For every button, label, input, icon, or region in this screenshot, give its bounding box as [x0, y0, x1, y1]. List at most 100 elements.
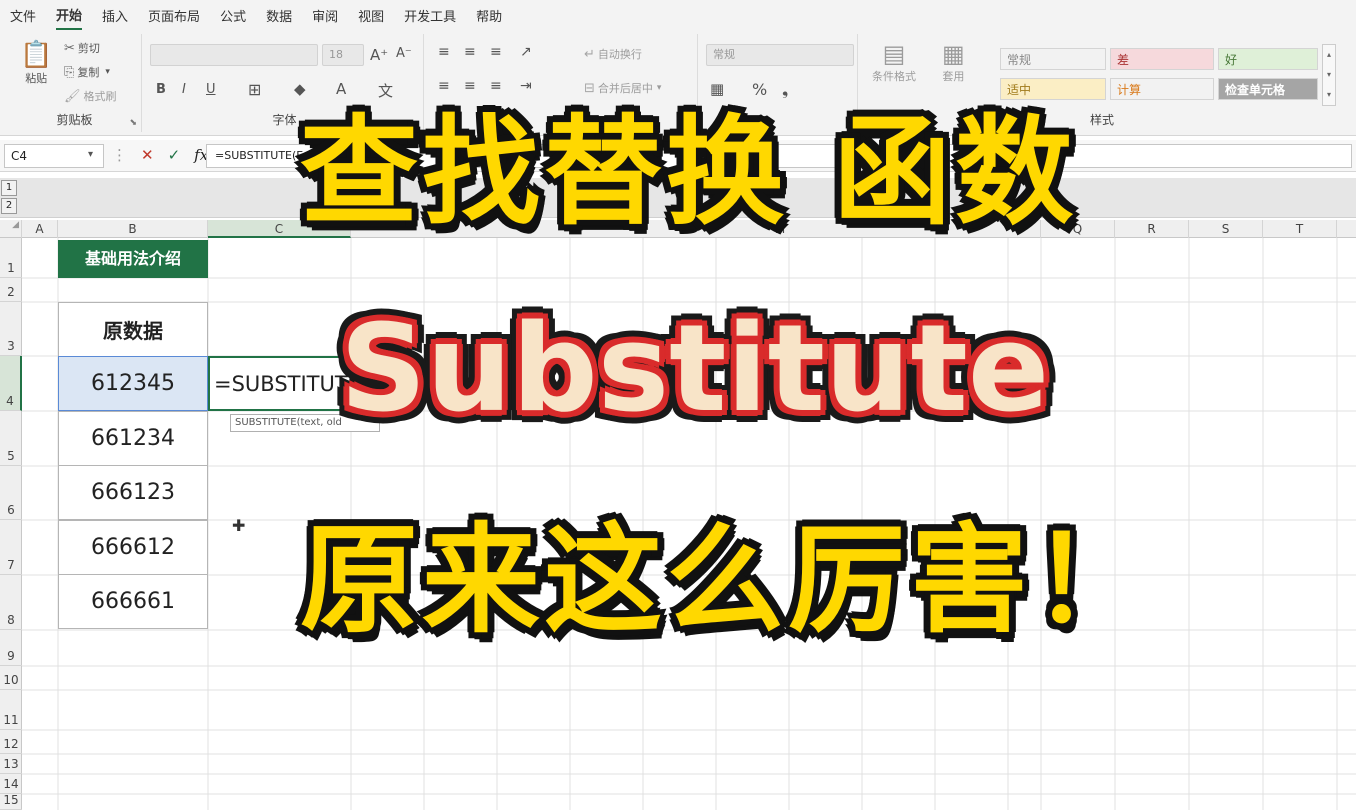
fill-color-button[interactable]: ◆	[294, 80, 306, 98]
align-right-button[interactable]: ≡	[490, 78, 502, 94]
style-bad-label: 差	[1117, 53, 1130, 67]
conditional-format-icon: ▤	[882, 40, 906, 68]
confirm-icon[interactable]: ✓	[168, 146, 181, 164]
align-middle-button[interactable]: ≡	[464, 44, 476, 60]
style-good-label: 好	[1225, 53, 1238, 67]
column-a[interactable]: A	[22, 220, 58, 238]
orientation-icon: ↗	[520, 44, 532, 60]
indent-button[interactable]: ⇥	[520, 78, 532, 94]
copy-button[interactable]: ⎘ 复制 ▾	[64, 64, 110, 80]
overlay-title-line3: 原来这么厉害！	[300, 511, 1155, 649]
italic-button[interactable]: I	[182, 82, 186, 97]
cell-b3-header[interactable]: 原数据	[58, 302, 208, 357]
row-12[interactable]: 12	[0, 730, 22, 754]
chevron-down-icon[interactable]: ▾	[88, 149, 93, 160]
style-bad[interactable]: 差	[1110, 48, 1214, 70]
row-1[interactable]: 1	[0, 238, 22, 278]
align-top-button[interactable]: ≡	[438, 44, 450, 60]
menu-insert[interactable]: 插入	[102, 2, 128, 29]
select-all-corner[interactable]: ◢	[0, 220, 22, 238]
merge-center-button[interactable]: ⊟ 合并后居中 ▾	[584, 80, 661, 96]
align-left-icon: ≡	[438, 78, 450, 94]
cancel-icon[interactable]: ✕	[141, 146, 154, 164]
accounting-button[interactable]: ▦	[710, 80, 724, 98]
row-11[interactable]: 11	[0, 690, 22, 730]
menu-file[interactable]: 文件	[10, 2, 36, 29]
align-bottom-button[interactable]: ≡	[490, 44, 502, 60]
outline-level-1-button[interactable]: 1	[1, 180, 17, 196]
row-5[interactable]: 5	[0, 411, 22, 466]
comma-button[interactable]: ❟	[782, 80, 788, 100]
font-name-select[interactable]	[150, 44, 318, 66]
row-header: 1 2 3 4 5 6 7 8 9 10 11 12 13 14 15	[0, 238, 22, 810]
row-10[interactable]: 10	[0, 666, 22, 690]
style-calculation-label: 计算	[1117, 83, 1142, 97]
menu-review[interactable]: 审阅	[312, 2, 338, 29]
style-neutral[interactable]: 适中	[1000, 78, 1106, 100]
outline-level-2-button[interactable]: 2	[1, 198, 17, 214]
cell-b8[interactable]: 666661	[58, 574, 208, 629]
paste-button[interactable]: 📋 粘贴	[20, 40, 52, 86]
formula-actions: ⋮ ✕ ✓ fx	[112, 146, 208, 164]
align-center-button[interactable]: ≡	[464, 78, 476, 94]
wrap-icon: ↵	[584, 46, 595, 62]
column-b[interactable]: B	[58, 220, 208, 238]
menu-bar: 文件 开始 插入 页面布局 公式 数据 审阅 视图 开发工具 帮助	[0, 0, 1356, 30]
menu-home[interactable]: 开始	[56, 1, 83, 30]
cell-b7[interactable]: 666612	[58, 520, 208, 575]
dialog-launcher-icon[interactable]: ⬊	[129, 118, 137, 128]
menu-developer[interactable]: 开发工具	[404, 2, 456, 29]
menu-view[interactable]: 视图	[358, 2, 384, 29]
row-8[interactable]: 8	[0, 575, 22, 630]
row-2[interactable]: 2	[0, 278, 22, 302]
column-s[interactable]: S	[1189, 220, 1263, 238]
column-t[interactable]: T	[1263, 220, 1337, 238]
style-check-cell[interactable]: 检查单元格	[1218, 78, 1318, 100]
conditional-format-button[interactable]: ▤ 条件格式	[872, 40, 916, 84]
orientation-button[interactable]: ↗	[520, 44, 532, 60]
row-9[interactable]: 9	[0, 630, 22, 666]
cell-b4[interactable]: 612345	[58, 356, 208, 411]
number-format-select[interactable]: 常规	[706, 44, 854, 66]
menu-formulas[interactable]: 公式	[220, 2, 246, 29]
phonetic-button[interactable]: 文	[378, 80, 393, 101]
row-7[interactable]: 7	[0, 520, 22, 575]
underline-button[interactable]: U	[206, 82, 216, 97]
font-size-select[interactable]: 18	[322, 44, 364, 66]
format-painter-button[interactable]: 🖌 格式刷	[64, 88, 117, 104]
column-r[interactable]: R	[1115, 220, 1189, 238]
font-color-button[interactable]: A	[336, 80, 346, 98]
wrap-text-button[interactable]: ↵ 自动换行	[584, 46, 642, 62]
font-shrink-icon: A⁻	[396, 46, 412, 61]
style-good[interactable]: 好	[1218, 48, 1318, 70]
cell-b5[interactable]: 661234	[58, 411, 208, 466]
menu-help[interactable]: 帮助	[476, 2, 502, 29]
clipboard-group-label: 剪贴板	[56, 113, 93, 127]
style-calculation[interactable]: 计算	[1110, 78, 1214, 100]
styles-scrollbar[interactable]: ▴ ▾ ▾	[1322, 44, 1336, 106]
decrease-font-button[interactable]: A⁻	[396, 46, 412, 61]
percent-button[interactable]: %	[752, 80, 767, 99]
row-15[interactable]: 15	[0, 793, 22, 810]
increase-font-button[interactable]: A⁺	[370, 46, 388, 64]
cell-b6[interactable]: 666123	[58, 465, 208, 520]
align-bottom-icon: ≡	[490, 44, 502, 60]
row-6[interactable]: 6	[0, 466, 22, 520]
bold-button[interactable]: B	[156, 82, 166, 97]
indent-icon: ⇥	[520, 78, 532, 94]
menu-page-layout[interactable]: 页面布局	[148, 2, 200, 29]
border-icon: ⊞	[248, 80, 262, 99]
row-14[interactable]: 14	[0, 774, 22, 794]
menu-data[interactable]: 数据	[266, 2, 292, 29]
align-left-button[interactable]: ≡	[438, 78, 450, 94]
row-3[interactable]: 3	[0, 302, 22, 356]
format-as-table-button[interactable]: ▦ 套用	[942, 40, 965, 84]
cut-button[interactable]: ✂ 剪切	[64, 40, 100, 56]
border-button[interactable]: ⊞	[248, 80, 261, 99]
cell-b1-title[interactable]: 基础用法介绍	[58, 240, 208, 278]
row-4[interactable]: 4	[0, 356, 22, 411]
style-normal[interactable]: 常规	[1000, 48, 1106, 70]
row-13[interactable]: 13	[0, 754, 22, 774]
copy-label: 复制	[77, 66, 100, 79]
font-size-value: 18	[329, 48, 343, 61]
